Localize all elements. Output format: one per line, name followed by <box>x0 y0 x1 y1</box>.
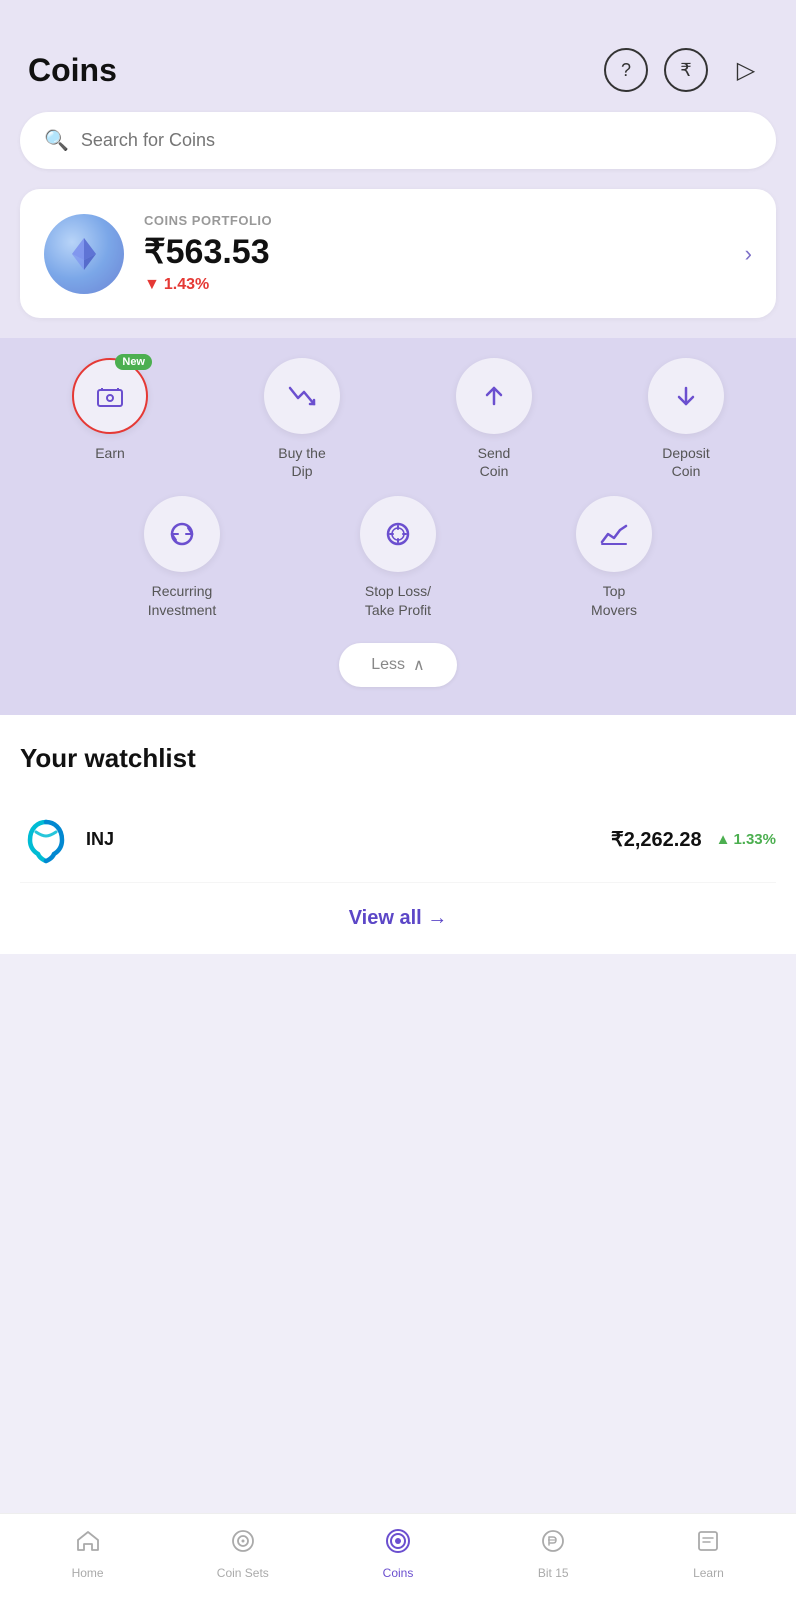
bottom-spacer <box>0 954 796 974</box>
inj-name: INJ <box>86 829 114 850</box>
search-bar: 🔍 <box>20 112 776 169</box>
view-all-section: View all → <box>0 883 796 954</box>
inj-price: ₹2,262.28 <box>611 827 702 852</box>
nav-coin-sets-label: Coin Sets <box>217 1566 269 1580</box>
down-arrow-icon: ▼ <box>144 276 160 294</box>
stop-loss-circle <box>360 496 436 572</box>
search-section: 🔍 <box>0 112 796 189</box>
search-icon: 🔍 <box>44 128 69 153</box>
bottom-nav: Home Coin Sets Coins <box>0 1513 796 1600</box>
send-coin-icon <box>478 380 510 412</box>
coins-icon <box>385 1528 411 1561</box>
action-send-coin[interactable]: SendCoin <box>404 358 584 480</box>
watchlist-item[interactable]: INJ ₹2,262.28 ▲ 1.33% <box>20 798 776 883</box>
recurring-label: RecurringInvestment <box>148 582 216 618</box>
nav-bit15[interactable]: Bit 15 <box>476 1528 631 1580</box>
portfolio-change: ▼ 1.43% <box>144 276 752 294</box>
portfolio-card: COINS PORTFOLIO ₹563.53 ▼ 1.43% › <box>20 189 776 318</box>
action-stop-loss[interactable]: Stop Loss/Take Profit <box>296 496 500 618</box>
watchlist-title: Your watchlist <box>20 743 776 774</box>
less-section: Less ∧ <box>20 643 776 695</box>
portfolio-coin-image <box>44 214 124 294</box>
action-recurring[interactable]: RecurringInvestment <box>80 496 284 618</box>
stop-loss-icon <box>382 518 414 550</box>
nav-learn-label: Learn <box>693 1566 724 1580</box>
actions-row2: RecurringInvestment Stop Loss/Take Profi… <box>20 496 776 618</box>
learn-icon <box>695 1528 721 1561</box>
recurring-icon <box>166 518 198 550</box>
send-coin-circle <box>456 358 532 434</box>
view-all-button[interactable]: View all → <box>349 907 448 930</box>
action-top-movers[interactable]: TopMovers <box>512 496 716 618</box>
portfolio-value: ₹563.53 <box>144 232 752 272</box>
portfolio-detail-button[interactable]: › <box>745 241 752 267</box>
nav-coins[interactable]: Coins <box>320 1528 475 1580</box>
watchlist-section: Your watchlist INJ ₹2,262.28 ▲ 1.33% <box>0 715 796 883</box>
buy-dip-label: Buy theDip <box>278 444 325 480</box>
less-label: Less <box>371 656 405 674</box>
chevron-up-icon: ∧ <box>413 655 425 675</box>
nav-bit15-label: Bit 15 <box>538 1566 569 1580</box>
rupee-button[interactable]: ₹ <box>664 48 708 92</box>
eth-icon <box>64 234 104 274</box>
action-earn[interactable]: New Earn <box>20 358 200 480</box>
nav-learn[interactable]: Learn <box>631 1528 786 1580</box>
header-icons: ? ₹ ▷ <box>604 48 768 92</box>
top-movers-icon <box>598 518 630 550</box>
help-button[interactable]: ? <box>604 48 648 92</box>
home-icon <box>75 1528 101 1561</box>
action-buy-dip[interactable]: Buy theDip <box>212 358 392 480</box>
coin-sets-icon <box>230 1528 256 1561</box>
buy-dip-icon <box>286 380 318 412</box>
buy-dip-circle <box>264 358 340 434</box>
up-triangle-icon: ▲ <box>716 831 731 848</box>
action-deposit-coin[interactable]: DepositCoin <box>596 358 776 480</box>
nav-home[interactable]: Home <box>10 1528 165 1580</box>
actions-row1: New Earn Buy theDip <box>20 358 776 480</box>
send-coin-label: SendCoin <box>478 444 511 480</box>
header: Coins ? ₹ ▷ <box>0 0 796 112</box>
new-badge: New <box>115 354 152 370</box>
nav-coin-sets[interactable]: Coin Sets <box>165 1528 320 1580</box>
less-button[interactable]: Less ∧ <box>339 643 457 687</box>
nav-home-label: Home <box>72 1566 104 1580</box>
portfolio-label: COINS PORTFOLIO <box>144 213 752 228</box>
earn-icon <box>94 380 126 412</box>
portfolio-section: COINS PORTFOLIO ₹563.53 ▼ 1.43% › <box>0 189 796 338</box>
recurring-circle <box>144 496 220 572</box>
earn-circle: New <box>72 358 148 434</box>
stop-loss-label: Stop Loss/Take Profit <box>365 582 431 618</box>
actions-section: New Earn Buy theDip <box>0 338 796 715</box>
earn-label: Earn <box>95 444 125 462</box>
inj-logo <box>20 814 72 866</box>
portfolio-info: COINS PORTFOLIO ₹563.53 ▼ 1.43% <box>144 213 752 294</box>
deposit-coin-circle <box>648 358 724 434</box>
bit15-icon <box>540 1528 566 1561</box>
deposit-coin-label: DepositCoin <box>662 444 709 480</box>
play-button[interactable]: ▷ <box>724 48 768 92</box>
page-title: Coins <box>28 52 117 89</box>
search-input[interactable] <box>81 130 752 151</box>
top-movers-circle <box>576 496 652 572</box>
inj-price-section: ₹2,262.28 ▲ 1.33% <box>611 827 776 852</box>
top-movers-label: TopMovers <box>591 582 637 618</box>
nav-coins-label: Coins <box>383 1566 414 1580</box>
inj-change: ▲ 1.33% <box>716 831 776 848</box>
deposit-coin-icon <box>670 380 702 412</box>
inj-icon <box>20 814 72 866</box>
